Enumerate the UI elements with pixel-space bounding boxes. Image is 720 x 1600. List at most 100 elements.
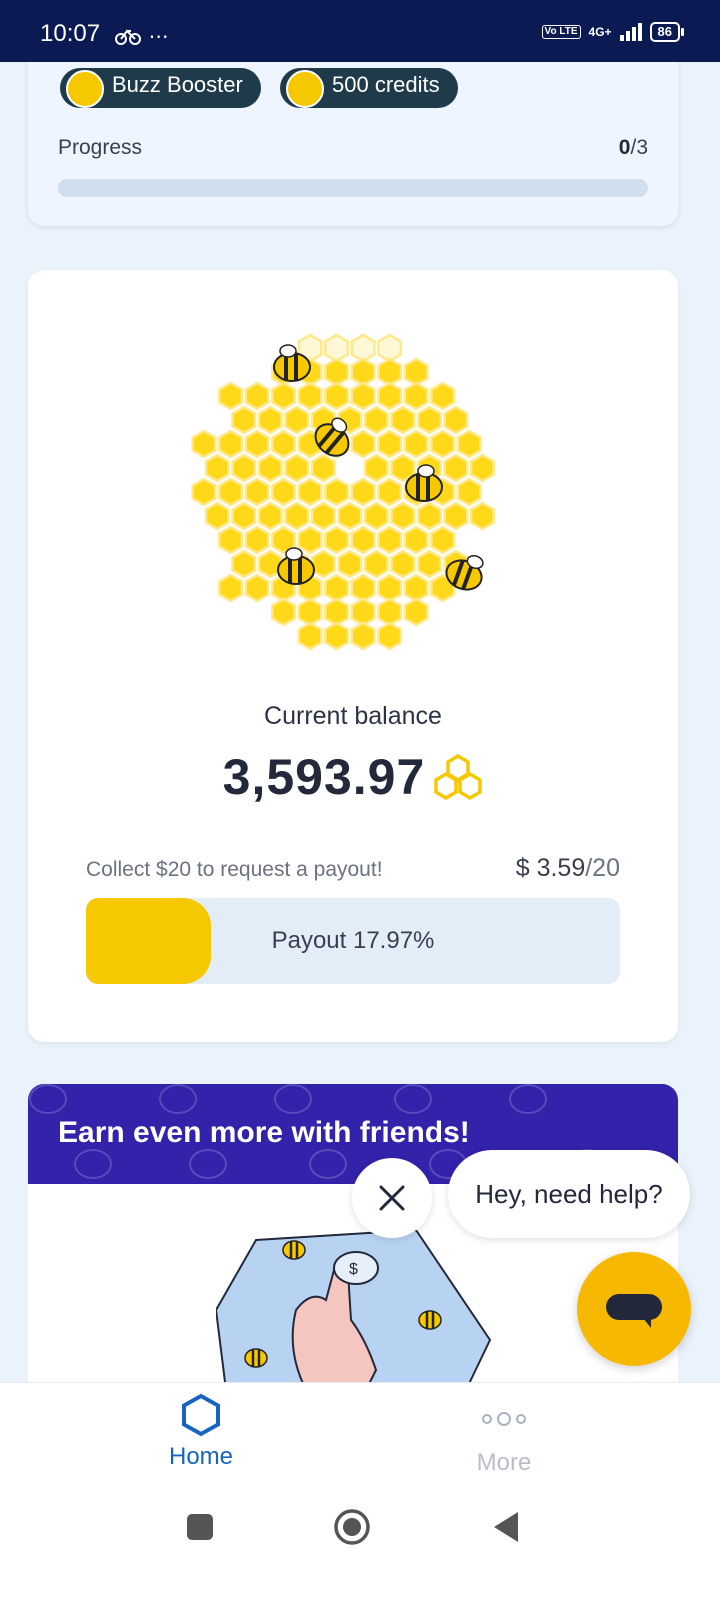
honeycomb-cell xyxy=(231,501,257,531)
system-navigation-bar xyxy=(0,1492,720,1600)
reward-chip-credits: 500 credits xyxy=(280,68,458,108)
honeycomb-cell xyxy=(377,357,403,387)
balance-row: 3,593.97 xyxy=(28,748,678,806)
honeycomb-cell xyxy=(403,357,429,387)
honeycomb-cell xyxy=(430,381,456,411)
progress-bar xyxy=(58,179,648,197)
recents-button[interactable] xyxy=(185,1512,215,1542)
honeycomb-cell xyxy=(377,333,403,363)
chat-launcher-button[interactable] xyxy=(577,1252,691,1366)
chat-greeting-bubble[interactable]: Hey, need help? xyxy=(448,1150,690,1238)
honeycomb-cell xyxy=(350,597,376,627)
honeycomb-cell xyxy=(430,429,456,459)
honeycomb-cell xyxy=(469,453,495,483)
payout-amount: $ 3.59/20 xyxy=(516,854,620,883)
honeycomb-cell xyxy=(284,501,310,531)
bottom-tab-bar: Home More xyxy=(0,1382,720,1493)
honeycomb-cell xyxy=(310,549,336,579)
honeycomb-cell xyxy=(324,573,350,603)
honeycomb-cell xyxy=(231,405,257,435)
bee-icon xyxy=(66,70,104,108)
status-bar: 10:07 ⋯ Vo LTE 4G+ 86 xyxy=(0,0,720,62)
balance-label: Current balance xyxy=(264,702,442,730)
honeycomb-cell xyxy=(324,621,350,651)
honeycomb-cell xyxy=(297,621,323,651)
chat-dismiss-button[interactable] xyxy=(352,1158,432,1238)
invite-friends-title: Earn even more with friends! xyxy=(58,1116,470,1149)
tab-label: Home xyxy=(168,1443,234,1470)
home-button[interactable] xyxy=(332,1507,372,1547)
honeycomb-cell xyxy=(377,525,403,555)
battery-icon: 86 xyxy=(649,22,685,42)
more-dots-icon xyxy=(482,1412,526,1426)
bike-icon xyxy=(115,29,141,45)
honeycomb-cell xyxy=(218,573,244,603)
volte-icon: Vo LTE xyxy=(541,25,581,39)
tab-home[interactable]: Home xyxy=(101,1383,301,1493)
honeycomb-cell xyxy=(377,477,403,507)
bee-icon xyxy=(418,1310,442,1330)
honeycomb-icon xyxy=(434,754,483,800)
honeycomb-cell xyxy=(284,453,310,483)
honeycomb-cell xyxy=(271,429,297,459)
honeycomb-cell xyxy=(271,477,297,507)
tab-more[interactable]: More xyxy=(404,1383,604,1493)
honeycomb-cell xyxy=(443,405,469,435)
honeycomb-cell xyxy=(390,405,416,435)
honeycomb-cell xyxy=(310,501,336,531)
honeycomb-cell xyxy=(377,381,403,411)
honeycomb-cell xyxy=(204,501,230,531)
progress-count: 0/3 xyxy=(619,136,648,160)
honeycomb-cell xyxy=(390,549,416,579)
bee-icon xyxy=(244,1348,268,1368)
back-button[interactable] xyxy=(492,1510,522,1544)
honeycomb-cell xyxy=(191,477,217,507)
honeycomb-cell xyxy=(350,573,376,603)
progress-total: /3 xyxy=(630,136,648,159)
reward-chip-buzz-booster: Buzz Booster xyxy=(60,68,261,108)
chip-label: Buzz Booster xyxy=(112,72,243,97)
hexagon-icon xyxy=(182,1393,220,1437)
honeycomb-cell xyxy=(244,477,270,507)
honeycomb-cell xyxy=(403,573,429,603)
challenge-card: Buzz Booster 500 credits Progress 0/3 xyxy=(28,40,678,226)
bee-icon xyxy=(282,1240,306,1260)
honeycomb-cell xyxy=(297,525,323,555)
honeycomb-cell xyxy=(377,429,403,459)
overflow-notifications-icon: ⋯ xyxy=(148,26,171,48)
honeycomb-cell xyxy=(324,357,350,387)
honeycomb-cell xyxy=(403,381,429,411)
status-time: 10:07 xyxy=(40,20,101,47)
honeycomb-cell xyxy=(350,429,376,459)
honeycomb-cell xyxy=(350,525,376,555)
honeycomb-cell xyxy=(350,357,376,387)
balance-value: 3,593.97 xyxy=(222,749,426,805)
progress-done: 0 xyxy=(618,136,631,159)
chip-label: 500 credits xyxy=(332,72,440,97)
honeycomb-cell xyxy=(231,453,257,483)
svg-text:$: $ xyxy=(349,1261,358,1278)
honeycomb-cell xyxy=(403,429,429,459)
honeycomb-cell xyxy=(257,501,283,531)
honeycomb-cell xyxy=(350,621,376,651)
honeycomb-cell xyxy=(377,573,403,603)
honeycomb-cell xyxy=(218,477,244,507)
battery-level: 86 xyxy=(657,24,672,39)
honeycomb-cell xyxy=(350,381,376,411)
network-type: 4G+ xyxy=(588,25,612,39)
honeycomb-cell xyxy=(324,525,350,555)
honeycomb-cell xyxy=(244,381,270,411)
honeycomb-cell xyxy=(416,501,442,531)
honeycomb-cell xyxy=(377,597,403,627)
honeycomb-cell xyxy=(257,405,283,435)
honeycomb-cell xyxy=(324,597,350,627)
honeycomb-cell xyxy=(271,597,297,627)
payout-progress-bar[interactable]: Payout 17.97% xyxy=(86,898,620,984)
honeycomb-cell xyxy=(297,381,323,411)
honeycomb-cell xyxy=(350,333,376,363)
honeycomb-cell xyxy=(443,453,469,483)
close-icon xyxy=(379,1185,405,1211)
payout-current: $ 3.59 xyxy=(515,854,586,882)
honeycomb-cell xyxy=(469,501,495,531)
honeycomb-cell xyxy=(363,549,389,579)
